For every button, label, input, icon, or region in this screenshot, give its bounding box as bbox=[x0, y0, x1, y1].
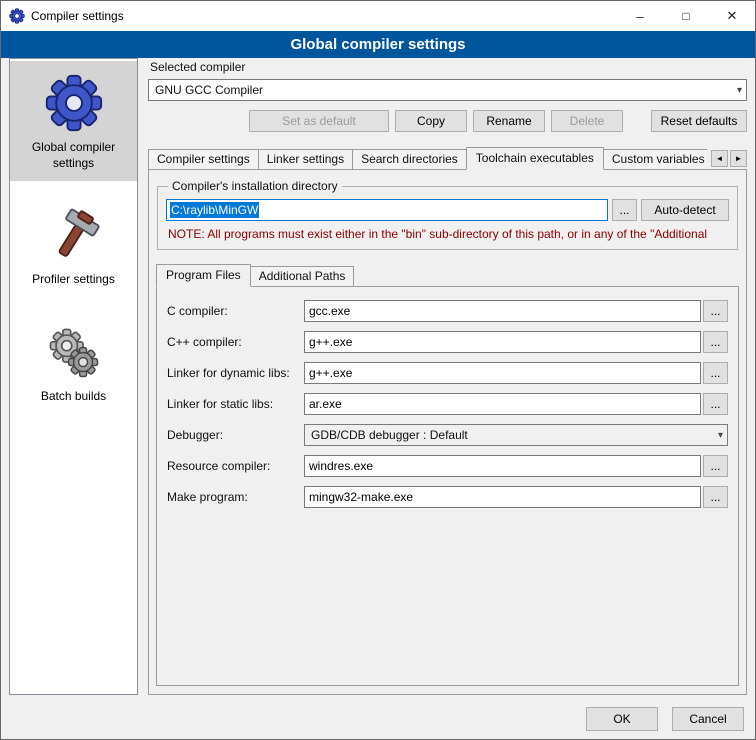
ok-button[interactable]: OK bbox=[586, 707, 658, 731]
form-row-make-program: Make program: ... bbox=[167, 486, 728, 508]
cpp-compiler-input[interactable] bbox=[304, 331, 701, 353]
form-row-static-linker: Linker for static libs: ... bbox=[167, 393, 728, 415]
field-label: Linker for dynamic libs: bbox=[167, 366, 304, 380]
dialog-header: Global compiler settings bbox=[1, 31, 755, 58]
dialog-footer: OK Cancel bbox=[586, 707, 744, 731]
form-row-c-compiler: C compiler: ... bbox=[167, 300, 728, 322]
window-title: Compiler settings bbox=[31, 9, 124, 23]
install-dir-note: NOTE: All programs must exist either in … bbox=[168, 227, 727, 241]
dialog-content: Global compiler settings Profiler settin… bbox=[9, 58, 747, 695]
sidebar-item-label: Profiler settings bbox=[32, 272, 115, 288]
set-as-default-button[interactable]: Set as default bbox=[249, 110, 389, 132]
gear-icon bbox=[44, 73, 104, 133]
form-row-cpp-compiler: C++ compiler: ... bbox=[167, 331, 728, 353]
settings-tabstrip: Compiler settings Linker settings Search… bbox=[148, 147, 747, 170]
sidebar-item-label: Batch builds bbox=[41, 389, 106, 405]
installation-directory-label: Compiler's installation directory bbox=[168, 179, 342, 193]
chevron-down-icon: ▾ bbox=[712, 430, 723, 441]
tab-program-files[interactable]: Program Files bbox=[156, 264, 251, 287]
sidebar-item-label: Global compiler settings bbox=[13, 140, 134, 171]
selected-compiler-label: Selected compiler bbox=[150, 60, 745, 74]
tabs-viewport: Compiler settings Linker settings Search… bbox=[148, 147, 707, 170]
compiler-buttons: Set as default Copy Rename Delete Reset … bbox=[148, 110, 747, 132]
minimize-button[interactable]: – bbox=[617, 1, 663, 31]
sidebar-item-global-compiler-settings[interactable]: Global compiler settings bbox=[10, 61, 137, 181]
window-controls: – □ ✕ bbox=[617, 1, 755, 31]
toolchain-executables-panel: Compiler's installation directory C:\ray… bbox=[148, 169, 747, 695]
chevron-down-icon: ▾ bbox=[731, 85, 742, 96]
profiler-icon bbox=[45, 207, 103, 265]
tab-scroll-left-icon[interactable]: ◄ bbox=[711, 150, 728, 167]
delete-button[interactable]: Delete bbox=[551, 110, 623, 132]
tab-scroll-right-icon[interactable]: ► bbox=[730, 150, 747, 167]
browse-button[interactable]: ... bbox=[703, 362, 728, 384]
tab-scroll-arrows: ◄ ► bbox=[711, 150, 747, 167]
program-files-tabstrip: Program Files Additional Paths bbox=[156, 264, 739, 287]
debugger-value: GDB/CDB debugger : Default bbox=[311, 428, 712, 442]
selected-compiler-value: GNU GCC Compiler bbox=[155, 83, 731, 97]
titlebar: Compiler settings – □ ✕ bbox=[1, 1, 755, 31]
browse-button[interactable]: ... bbox=[703, 331, 728, 353]
form-row-resource-compiler: Resource compiler: ... bbox=[167, 455, 728, 477]
field-label: C compiler: bbox=[167, 304, 304, 318]
debugger-select[interactable]: GDB/CDB debugger : Default ▾ bbox=[304, 424, 728, 446]
window-icon bbox=[9, 8, 25, 24]
autodetect-button[interactable]: Auto-detect bbox=[641, 199, 729, 221]
settings-category-list: Global compiler settings Profiler settin… bbox=[9, 58, 138, 695]
tab-search-directories[interactable]: Search directories bbox=[352, 149, 467, 170]
tab-additional-paths[interactable]: Additional Paths bbox=[250, 266, 355, 287]
field-label: C++ compiler: bbox=[167, 335, 304, 349]
make-program-input[interactable] bbox=[304, 486, 701, 508]
c-compiler-input[interactable] bbox=[304, 300, 701, 322]
field-label: Make program: bbox=[167, 490, 304, 504]
sidebar-item-batch-builds[interactable]: Batch builds bbox=[10, 312, 137, 415]
browse-button[interactable]: ... bbox=[703, 486, 728, 508]
tab-compiler-settings[interactable]: Compiler settings bbox=[148, 149, 259, 170]
main-panel: Selected compiler GNU GCC Compiler ▾ Set… bbox=[148, 58, 747, 695]
form-row-dynamic-linker: Linker for dynamic libs: ... bbox=[167, 362, 728, 384]
copy-button[interactable]: Copy bbox=[395, 110, 467, 132]
form-row-debugger: Debugger: GDB/CDB debugger : Default ▾ bbox=[167, 424, 728, 446]
tab-custom-variables[interactable]: Custom variables bbox=[603, 149, 707, 170]
maximize-button[interactable]: □ bbox=[663, 1, 709, 31]
tab-toolchain-executables[interactable]: Toolchain executables bbox=[466, 147, 604, 170]
install-dir-browse-button[interactable]: ... bbox=[612, 199, 637, 221]
browse-button[interactable]: ... bbox=[703, 393, 728, 415]
program-files-panel: C compiler: ... C++ compiler: ... Linker… bbox=[156, 286, 739, 686]
reset-defaults-button[interactable]: Reset defaults bbox=[651, 110, 747, 132]
sidebar-item-profiler-settings[interactable]: Profiler settings bbox=[10, 195, 137, 298]
browse-button[interactable]: ... bbox=[703, 455, 728, 477]
install-dir-value: C:\raylib\MinGW bbox=[170, 202, 259, 218]
installation-directory-group: Compiler's installation directory C:\ray… bbox=[157, 179, 738, 250]
resource-compiler-input[interactable] bbox=[304, 455, 701, 477]
static-linker-input[interactable] bbox=[304, 393, 701, 415]
close-button[interactable]: ✕ bbox=[709, 1, 755, 31]
compiler-settings-window: Compiler settings – □ ✕ Global compiler … bbox=[0, 0, 756, 740]
browse-button[interactable]: ... bbox=[703, 300, 728, 322]
installation-directory-row: C:\raylib\MinGW ... Auto-detect bbox=[166, 199, 729, 221]
cancel-button[interactable]: Cancel bbox=[672, 707, 744, 731]
field-label: Resource compiler: bbox=[167, 459, 304, 473]
rename-button[interactable]: Rename bbox=[473, 110, 545, 132]
gears-icon bbox=[45, 324, 103, 382]
field-label: Linker for static libs: bbox=[167, 397, 304, 411]
selected-compiler-select[interactable]: GNU GCC Compiler ▾ bbox=[148, 79, 747, 101]
install-dir-input[interactable]: C:\raylib\MinGW bbox=[166, 199, 608, 221]
tab-linker-settings[interactable]: Linker settings bbox=[258, 149, 353, 170]
dynamic-linker-input[interactable] bbox=[304, 362, 701, 384]
field-label: Debugger: bbox=[167, 428, 304, 442]
